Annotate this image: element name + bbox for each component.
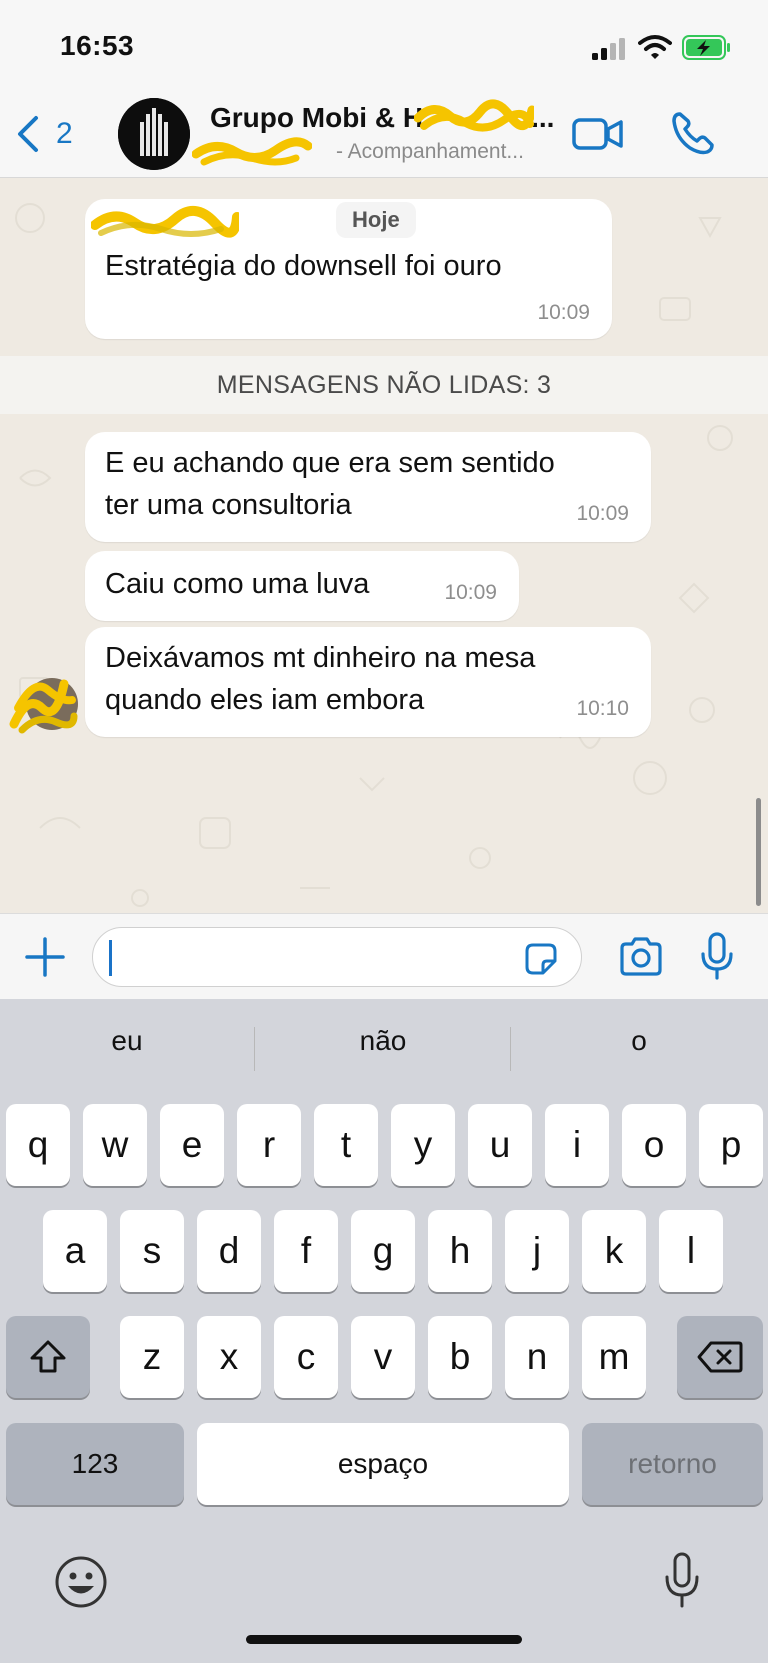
message-text: Deixávamos mt dinheiro na mesa quando el…: [105, 642, 536, 716]
backspace-icon: [697, 1341, 743, 1373]
group-avatar[interactable]: [118, 98, 190, 170]
status-bar: 16:53: [0, 0, 768, 92]
key-k[interactable]: k: [582, 1210, 646, 1292]
key-f[interactable]: f: [274, 1210, 338, 1292]
key-m[interactable]: m: [582, 1316, 646, 1398]
key-t[interactable]: t: [314, 1104, 378, 1186]
suggestion-1[interactable]: eu: [0, 1025, 254, 1057]
key-o[interactable]: o: [622, 1104, 686, 1186]
message-text: Estratégia do downsell foi ouro: [105, 250, 502, 282]
message-text: Caiu como uma luva: [105, 568, 370, 600]
wifi-icon: [638, 35, 672, 59]
emoji-icon[interactable]: [54, 1555, 108, 1609]
home-indicator[interactable]: [246, 1635, 522, 1644]
backspace-key[interactable]: [677, 1316, 763, 1398]
plus-icon[interactable]: [24, 936, 66, 978]
key-y[interactable]: y: [391, 1104, 455, 1186]
key-n[interactable]: n: [505, 1316, 569, 1398]
cellular-signal-icon: [592, 38, 625, 60]
return-key[interactable]: retorno: [582, 1423, 763, 1505]
suggestion-2[interactable]: não: [256, 1025, 510, 1057]
key-h[interactable]: h: [428, 1210, 492, 1292]
key-s[interactable]: s: [120, 1210, 184, 1292]
back-button[interactable]: 2: [14, 112, 73, 156]
status-time: 16:53: [60, 30, 135, 61]
message-input[interactable]: [92, 927, 582, 987]
keyboard: eu não o q w e r t y u i o p a s d f g h…: [0, 999, 768, 1663]
numbers-key[interactable]: 123: [6, 1423, 184, 1505]
suggestion-divider: [254, 1027, 255, 1071]
battery-charging-icon: [682, 35, 730, 60]
unread-messages-banner: MENSAGENS NÃO LIDAS: 3: [0, 356, 768, 414]
suggestion-3[interactable]: o: [512, 1025, 766, 1057]
text-caret: [109, 940, 112, 976]
redaction-scribble: [91, 206, 239, 238]
message-time: 10:09: [537, 301, 590, 324]
video-call-icon[interactable]: [572, 114, 624, 154]
unread-chats-count: 2: [56, 117, 73, 150]
microphone-icon[interactable]: [700, 932, 734, 980]
suggestion-divider: [510, 1027, 511, 1071]
dictation-icon[interactable]: [664, 1551, 700, 1609]
key-c[interactable]: c: [274, 1316, 338, 1398]
message-time: 10:09: [444, 581, 497, 604]
key-x[interactable]: x: [197, 1316, 261, 1398]
sender-avatar[interactable]: [8, 664, 78, 734]
shift-key[interactable]: [6, 1316, 90, 1398]
date-chip: Hoje: [336, 202, 416, 238]
group-logo-icon: [118, 98, 190, 170]
chat-area[interactable]: Hoje Estratégia do downsell foi ouro 10:…: [0, 178, 768, 913]
message-bubble[interactable]: E eu achando que era sem sentido ter uma…: [85, 432, 651, 542]
message-input-bar: [0, 913, 768, 999]
message-bubble[interactable]: Deixávamos mt dinheiro na mesa quando el…: [85, 627, 651, 737]
chevron-left-icon: [18, 116, 38, 152]
key-q[interactable]: q: [6, 1104, 70, 1186]
phone-icon[interactable]: [670, 110, 716, 156]
redaction-scribble: [192, 137, 312, 166]
message-time: 10:09: [576, 502, 629, 525]
key-l[interactable]: l: [659, 1210, 723, 1292]
key-d[interactable]: d: [197, 1210, 261, 1292]
key-a[interactable]: a: [43, 1210, 107, 1292]
key-g[interactable]: g: [351, 1210, 415, 1292]
message-text: E eu achando que era sem sentido ter uma…: [105, 447, 555, 521]
message-bubble[interactable]: Caiu como uma luva 10:09: [85, 551, 519, 621]
key-v[interactable]: v: [351, 1316, 415, 1398]
redaction-scribble: [414, 99, 534, 132]
key-z[interactable]: z: [120, 1316, 184, 1398]
key-j[interactable]: j: [505, 1210, 569, 1292]
scrollbar[interactable]: [756, 798, 761, 906]
shift-icon: [30, 1340, 66, 1373]
key-u[interactable]: u: [468, 1104, 532, 1186]
key-b[interactable]: b: [428, 1316, 492, 1398]
message-bubble[interactable]: Hoje Estratégia do downsell foi ouro 10:…: [85, 199, 612, 339]
key-p[interactable]: p: [699, 1104, 763, 1186]
sticker-icon[interactable]: [523, 941, 559, 977]
message-time: 10:10: [576, 697, 629, 720]
chat-header: 2 Grupo Mobi & H... - Acompanhament...: [0, 92, 768, 178]
key-w[interactable]: w: [83, 1104, 147, 1186]
space-key[interactable]: espaço: [197, 1423, 569, 1505]
camera-icon[interactable]: [618, 934, 664, 978]
key-r[interactable]: r: [237, 1104, 301, 1186]
key-i[interactable]: i: [545, 1104, 609, 1186]
key-e[interactable]: e: [160, 1104, 224, 1186]
